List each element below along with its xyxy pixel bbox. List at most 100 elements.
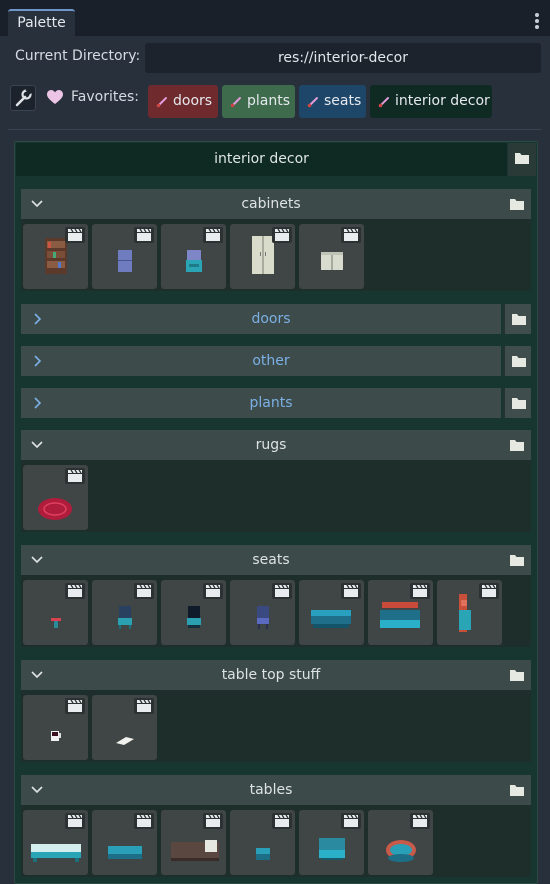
scene-icon bbox=[134, 227, 154, 243]
brush-icon bbox=[230, 97, 241, 108]
scene-icon bbox=[203, 227, 223, 243]
scene-icon bbox=[272, 227, 292, 243]
scene-icon bbox=[65, 227, 85, 243]
scene-icon bbox=[410, 813, 430, 829]
asset-thumbnail-round-red-rug[interactable] bbox=[23, 465, 88, 530]
scene-icon bbox=[134, 813, 154, 829]
brush-icon bbox=[307, 97, 318, 108]
section-header-table-top-stuff[interactable] bbox=[21, 660, 531, 690]
current-directory-field[interactable]: res://interior-decor bbox=[145, 43, 541, 73]
favorite-chip-label: interior decor bbox=[395, 93, 490, 109]
divider bbox=[8, 129, 542, 130]
asset-thumbnail-wardrobe[interactable] bbox=[230, 224, 295, 289]
heart-icon bbox=[47, 90, 63, 104]
asset-thumbnail-paper[interactable] bbox=[92, 695, 157, 760]
open-folder-button[interactable] bbox=[508, 143, 536, 176]
asset-thumbnail-drawer-cabinet[interactable] bbox=[161, 224, 226, 289]
asset-thumbnail-mug[interactable] bbox=[23, 695, 88, 760]
scene-icon bbox=[65, 468, 85, 484]
asset-thumbnail-coffee-table[interactable] bbox=[92, 810, 157, 875]
scene-icon bbox=[134, 698, 154, 714]
section-header-cabinets[interactable] bbox=[21, 189, 531, 219]
open-folder-button[interactable] bbox=[503, 346, 531, 376]
open-folder-button[interactable] bbox=[503, 775, 531, 805]
scene-icon bbox=[272, 813, 292, 829]
chevron-right-icon bbox=[34, 355, 42, 367]
scene-icon bbox=[203, 583, 223, 599]
section-header-seats[interactable] bbox=[21, 545, 531, 575]
scene-icon bbox=[65, 583, 85, 599]
section-header-rugs[interactable] bbox=[21, 430, 531, 460]
favorite-chip-seats[interactable]: seats bbox=[299, 85, 366, 118]
favorite-chip-plants[interactable]: plants bbox=[222, 85, 295, 118]
open-folder-button[interactable] bbox=[503, 545, 531, 575]
tab-bar: Palette bbox=[0, 0, 550, 37]
scene-icon bbox=[341, 583, 361, 599]
open-folder-button[interactable] bbox=[503, 388, 531, 418]
section-header-plants[interactable] bbox=[21, 388, 501, 418]
favorite-chip-label: plants bbox=[247, 93, 291, 109]
open-folder-button[interactable] bbox=[503, 660, 531, 690]
asset-thumbnail-bed[interactable] bbox=[161, 810, 226, 875]
asset-thumbnail-bookshelf[interactable] bbox=[23, 224, 88, 289]
scene-icon bbox=[203, 813, 223, 829]
scene-icon bbox=[410, 583, 430, 599]
asset-thumbnail-chair-teal[interactable] bbox=[92, 580, 157, 645]
favorites-label: Favorites: bbox=[71, 89, 139, 105]
kebab-menu-icon[interactable] bbox=[530, 12, 544, 32]
asset-thumbnail-desk[interactable] bbox=[299, 810, 364, 875]
scene-icon bbox=[479, 583, 499, 599]
asset-thumbnail-chair-dark[interactable] bbox=[161, 580, 226, 645]
scene-icon bbox=[65, 813, 85, 829]
chevron-right-icon bbox=[34, 313, 42, 325]
wrench-icon bbox=[15, 87, 33, 107]
favorite-chip-label: seats bbox=[324, 93, 362, 109]
folder-icon bbox=[510, 785, 524, 796]
scene-icon bbox=[341, 227, 361, 243]
open-folder-button[interactable] bbox=[503, 189, 531, 219]
folder-icon bbox=[510, 199, 524, 210]
brush-icon bbox=[156, 97, 167, 108]
asset-thumbnail-red-sofa[interactable] bbox=[368, 580, 433, 645]
chevron-down-icon bbox=[31, 786, 43, 794]
folder-icon bbox=[515, 153, 529, 164]
folder-icon bbox=[510, 555, 524, 566]
asset-thumbnail-red-stool[interactable] bbox=[23, 580, 88, 645]
favorite-chip-label: doors bbox=[173, 93, 213, 109]
root-folder-title: interior decor bbox=[214, 151, 309, 167]
scene-icon bbox=[341, 813, 361, 829]
brush-icon bbox=[378, 97, 389, 108]
folder-icon bbox=[510, 440, 524, 451]
scene-icon bbox=[65, 698, 85, 714]
chevron-right-icon bbox=[34, 397, 42, 409]
chevron-down-icon bbox=[31, 671, 43, 679]
open-folder-button[interactable] bbox=[503, 304, 531, 334]
scene-icon bbox=[272, 583, 292, 599]
tab-palette[interactable]: Palette bbox=[8, 9, 75, 37]
asset-thumbnail-teal-sofa[interactable] bbox=[299, 580, 364, 645]
asset-thumbnail-chair-blue[interactable] bbox=[230, 580, 295, 645]
section-header-doors[interactable] bbox=[21, 304, 501, 334]
open-folder-button[interactable] bbox=[503, 430, 531, 460]
chevron-down-icon bbox=[31, 200, 43, 208]
favorite-chip-interior-decor[interactable]: interior decor bbox=[370, 85, 492, 118]
section-header-tables[interactable] bbox=[21, 775, 531, 805]
favorite-chip-doors[interactable]: doors bbox=[148, 85, 218, 118]
folder-icon bbox=[512, 314, 526, 325]
asset-thumbnail-long-table[interactable] bbox=[23, 810, 88, 875]
asset-thumbnail-side-cabinet[interactable] bbox=[299, 224, 364, 289]
asset-thumbnail-round-table[interactable] bbox=[368, 810, 433, 875]
chevron-down-icon bbox=[31, 556, 43, 564]
asset-thumbnail-small-table[interactable] bbox=[230, 810, 295, 875]
scene-icon bbox=[134, 583, 154, 599]
section-body-rugs bbox=[21, 460, 531, 532]
asset-thumbnail-corner-sofa[interactable] bbox=[437, 580, 502, 645]
settings-button[interactable] bbox=[10, 85, 36, 111]
folder-icon bbox=[512, 398, 526, 409]
folder-icon bbox=[512, 356, 526, 367]
section-header-other[interactable] bbox=[21, 346, 501, 376]
asset-thumbnail-small-cabinet[interactable] bbox=[92, 224, 157, 289]
folder-icon bbox=[510, 670, 524, 681]
current-directory-label: Current Directory: bbox=[15, 48, 141, 64]
chevron-down-icon bbox=[31, 441, 43, 449]
